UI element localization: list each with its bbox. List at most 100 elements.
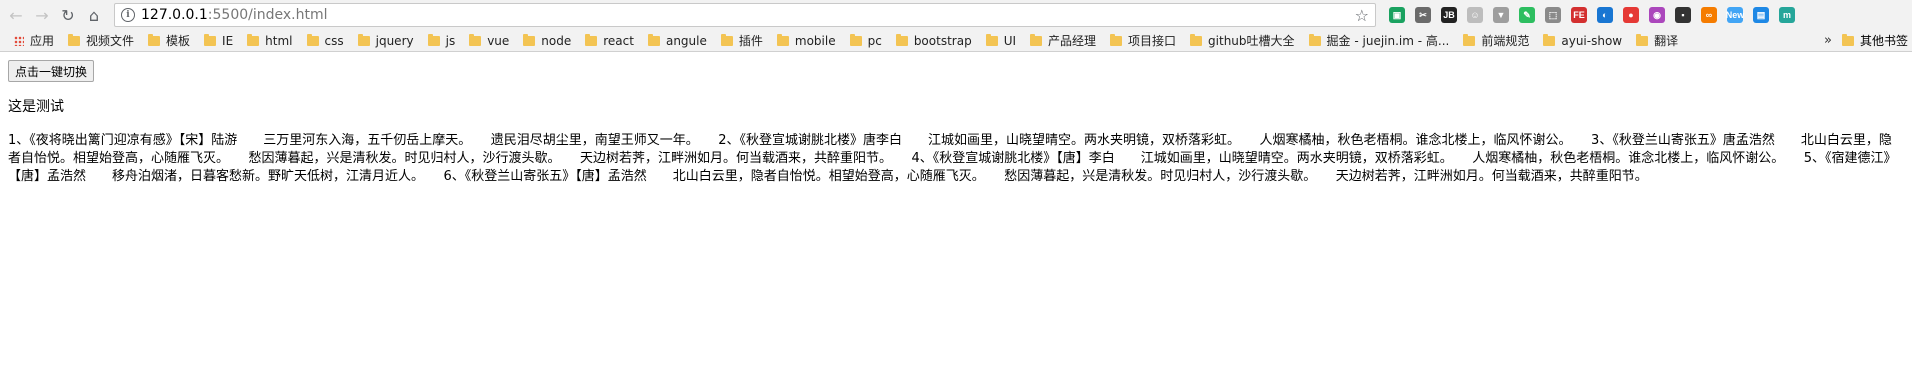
toggle-button[interactable]: 点击一键切换 [8, 60, 95, 82]
bookmark-label: 翻译 [1654, 34, 1679, 48]
bookmark-label: 前端规范 [1481, 34, 1530, 48]
ext-3-icon[interactable]: JB [1441, 7, 1457, 23]
bookmark-label: mobile [794, 33, 836, 48]
bookmarks-overflow-icon[interactable]: » [1824, 33, 1832, 48]
folder-icon [357, 33, 370, 46]
folder-icon [1636, 33, 1649, 46]
bookmark-item[interactable]: node [523, 33, 572, 48]
bookmark-label: 项目接口 [1128, 34, 1177, 48]
folder-icon [849, 33, 862, 46]
bookmark-item[interactable]: 视频文件 [68, 32, 134, 49]
bookmark-item[interactable]: 前端规范 [1463, 32, 1529, 49]
ext-1-icon[interactable]: ▣ [1389, 7, 1405, 23]
page-content: 点击一键切换 这是测试 1、《夜将晓出篱门迎凉有感》【宋】陆游 三万里河东入海，… [0, 52, 1912, 194]
bookmark-label: js [445, 33, 456, 48]
bookmark-label: css [324, 33, 344, 48]
bookmark-item[interactable]: 插件 [720, 32, 763, 49]
bookmark-star-icon[interactable]: ☆ [1355, 6, 1369, 25]
ext-15-icon[interactable]: ▤ [1753, 7, 1769, 23]
url-path: :5500/index.html [207, 7, 328, 23]
folder-icon [647, 33, 660, 46]
url-host: 127.0.0.1 [141, 7, 208, 23]
poem-text: 1、《夜将晓出篱门迎凉有感》【宋】陆游 三万里河东入海，五千仞岳上摩天。 遗民泪… [8, 133, 1897, 184]
bookmark-label: vue [487, 33, 510, 48]
bookmark-item[interactable]: mobile [776, 33, 836, 48]
folder-icon [427, 33, 440, 46]
ext-11-icon[interactable]: ◉ [1649, 7, 1665, 23]
folder-icon [1463, 33, 1476, 46]
folder-icon [306, 33, 319, 46]
folder-icon [1308, 33, 1321, 46]
reload-icon[interactable]: ↻ [56, 3, 80, 27]
bookmark-other[interactable]: 其他书签 [1841, 32, 1908, 49]
bookmark-item[interactable]: github吐槽大全 [1190, 32, 1295, 49]
ext-12-icon[interactable]: ▪ [1675, 7, 1691, 23]
bookmark-label: 产品经理 [1048, 34, 1097, 48]
folder-icon [776, 33, 789, 46]
bookmark-item[interactable]: js [427, 33, 456, 48]
bookmark-item[interactable]: pc [849, 33, 882, 48]
bookmark-label: 视频文件 [86, 34, 135, 48]
folder-icon [1841, 33, 1854, 46]
ext-2-icon[interactable]: ✂ [1415, 7, 1431, 23]
ext-8-icon[interactable]: FE [1571, 7, 1587, 23]
bookmark-apps-label: 应用 [30, 34, 55, 48]
bookmark-item[interactable]: angule [647, 33, 707, 48]
ext-13-icon[interactable]: ∞ [1701, 7, 1717, 23]
bookmark-item[interactable]: ayui-show [1543, 33, 1623, 48]
bookmark-item[interactable]: 掘金 - juejin.im - 高... [1308, 32, 1450, 49]
ext-7-icon[interactable]: ⬚ [1545, 7, 1561, 23]
bookmark-item[interactable]: 模板 [148, 32, 190, 49]
folder-icon [720, 33, 733, 46]
address-bar[interactable]: i 127.0.0.1:5500/index.html ☆ [114, 3, 1376, 27]
bookmark-label: pc [867, 33, 882, 48]
bookmark-item[interactable]: UI [985, 33, 1017, 48]
folder-icon [585, 33, 598, 46]
bookmark-item[interactable]: IE [204, 33, 234, 48]
ext-4-icon[interactable]: ☺ [1467, 7, 1483, 23]
folder-icon [895, 33, 908, 46]
folder-icon [1030, 33, 1043, 46]
bookmark-label: 插件 [738, 34, 763, 48]
forward-icon[interactable]: → [30, 3, 54, 27]
bookmark-label: bootstrap [913, 33, 972, 48]
ext-16-icon[interactable]: m [1779, 7, 1795, 23]
ext-14-icon[interactable]: New [1726, 7, 1744, 23]
bookmarks-bar: 应用 视频文件 模板 IE html css jquery js vue node react an… [0, 30, 1912, 52]
bookmark-label: github吐槽大全 [1208, 34, 1295, 48]
bookmark-item[interactable]: 翻译 [1636, 32, 1678, 49]
bookmark-label: html [265, 33, 293, 48]
ext-5-icon[interactable]: ▼ [1493, 7, 1509, 23]
bookmark-label: ayui-show [1561, 33, 1623, 48]
bookmark-item[interactable]: html [247, 33, 293, 48]
bookmark-label: UI [1003, 33, 1017, 48]
folder-icon [469, 33, 482, 46]
bookmark-item[interactable]: css [306, 33, 344, 48]
bookmark-label: jquery [375, 33, 414, 48]
bookmark-other-label: 其他书签 [1859, 34, 1908, 48]
home-icon[interactable]: ⌂ [82, 3, 106, 27]
test-text: 这是测试 [8, 99, 64, 115]
folder-icon [1543, 33, 1556, 46]
folder-icon [204, 33, 217, 46]
ext-6-icon[interactable]: ✎ [1519, 7, 1535, 23]
folder-icon [148, 33, 161, 46]
ext-9-icon[interactable]: ◐ [1597, 7, 1613, 23]
back-icon[interactable]: ← [4, 3, 28, 27]
bookmark-item[interactable]: 产品经理 [1030, 32, 1096, 49]
bookmark-apps[interactable]: 应用 [14, 32, 54, 49]
bookmark-label: angule [665, 33, 707, 48]
bookmark-label: node [541, 33, 572, 48]
bookmark-item[interactable]: react [585, 33, 634, 48]
bookmark-label: 掘金 - juejin.im - 高... [1326, 34, 1450, 48]
bookmark-item[interactable]: vue [469, 33, 510, 48]
bookmark-item[interactable]: 项目接口 [1110, 32, 1176, 49]
bookmark-label: react [603, 33, 634, 48]
bookmark-item[interactable]: bootstrap [895, 33, 972, 48]
bookmark-item[interactable]: jquery [357, 33, 414, 48]
ext-10-icon[interactable]: ● [1623, 7, 1639, 23]
site-info-icon[interactable]: i [121, 8, 135, 22]
apps-grid-icon [14, 35, 24, 46]
extensions-bar: ▣ ✂ JB ☺ ▼ ✎ ⬚ FE ◐ ● ◉ ▪ ∞ New ▤ m [1384, 7, 1800, 23]
bookmark-label: IE [222, 33, 234, 48]
